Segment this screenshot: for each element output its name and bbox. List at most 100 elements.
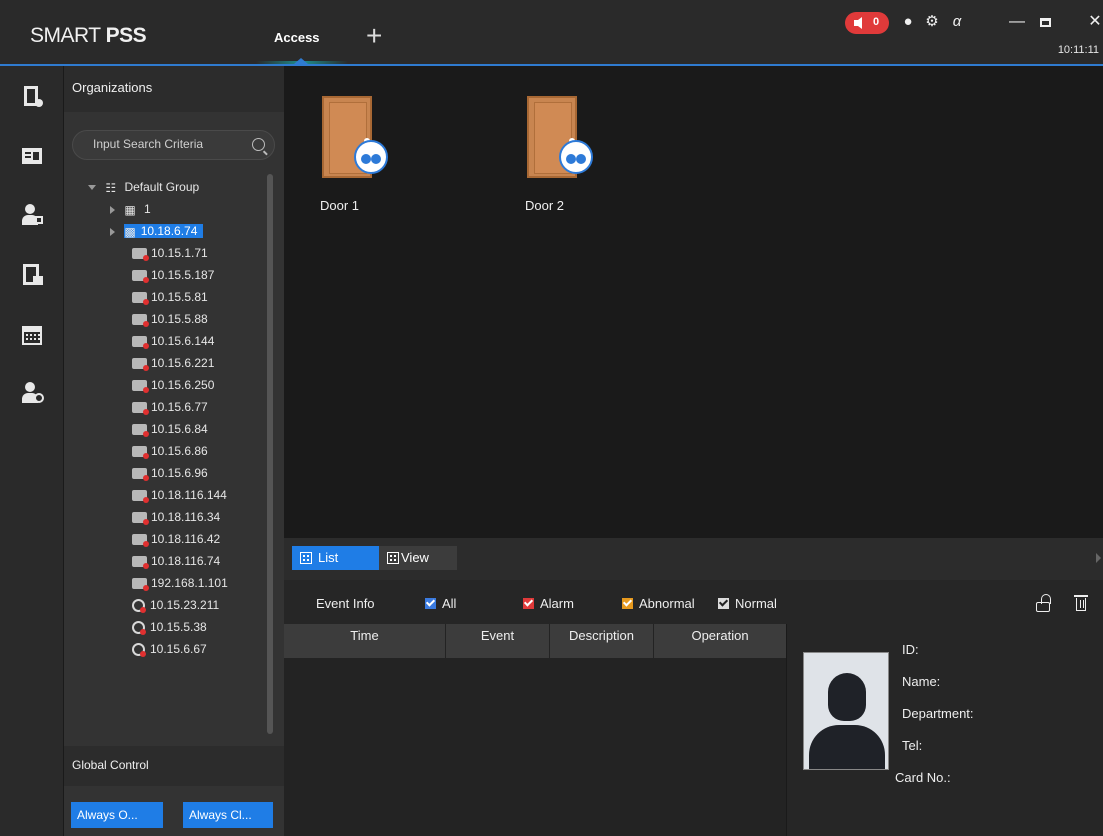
- tree-device-item[interactable]: 10.15.6.96: [132, 462, 208, 484]
- door-control-icon[interactable]: [22, 86, 44, 108]
- settings-icon[interactable]: ⚙: [923, 12, 941, 32]
- tree-device-item[interactable]: 10.18.116.74: [132, 550, 220, 572]
- column-time[interactable]: Time: [284, 624, 446, 658]
- tree-scrollbar[interactable]: [267, 174, 273, 734]
- tree-device-item[interactable]: 10.15.5.187: [132, 264, 214, 286]
- tree-camera-item[interactable]: 10.15.23.211: [132, 594, 219, 616]
- door-item[interactable]: Door 1: [318, 96, 388, 216]
- expand-icon[interactable]: [88, 185, 96, 191]
- always-close-button[interactable]: Always Cl...: [183, 802, 273, 828]
- tree-device-label: 10.15.6.144: [151, 334, 215, 348]
- search-box[interactable]: [72, 130, 275, 160]
- filter-abnormal-checkbox[interactable]: Abnormal: [622, 596, 695, 611]
- tree-node-label: 1: [144, 202, 151, 216]
- checkbox-checked-icon: [718, 598, 729, 609]
- tree-camera-item[interactable]: 10.15.5.38: [132, 616, 207, 638]
- tab-list[interactable]: List: [292, 546, 379, 570]
- maximize-button[interactable]: [1036, 12, 1054, 32]
- minimize-button[interactable]: —: [1008, 12, 1026, 32]
- filter-all-checkbox[interactable]: All: [425, 596, 456, 611]
- expand-icon[interactable]: [110, 205, 115, 214]
- device-offline-icon: [132, 578, 149, 592]
- tree-device-item[interactable]: 10.15.6.84: [132, 418, 208, 440]
- performance-icon[interactable]: α: [948, 12, 966, 32]
- tree-device-item[interactable]: 192.168.1.101: [132, 572, 228, 594]
- global-control-header: Global Control: [64, 746, 284, 786]
- tree-camera-item[interactable]: 10.15.6.67: [132, 638, 207, 660]
- organizations-panel: Organizations ☷ Default Group ▦ 1 ▩ 10.18…: [64, 66, 284, 836]
- tree-node-label: 10.18.6.74: [140, 224, 198, 238]
- tree-device-item[interactable]: 10.15.5.88: [132, 308, 208, 330]
- always-open-button[interactable]: Always O...: [71, 802, 163, 828]
- tree-device-item[interactable]: 10.15.1.71: [132, 242, 208, 264]
- close-button[interactable]: ✕: [1086, 12, 1103, 32]
- search-icon[interactable]: [252, 138, 265, 151]
- door-item[interactable]: Door 2: [523, 96, 593, 216]
- tree-device-label: 10.15.6.221: [151, 356, 215, 370]
- table-header: Time Event Description Operation: [284, 624, 786, 658]
- maximize-icon: [1039, 18, 1051, 27]
- expand-icon[interactable]: [110, 227, 115, 236]
- column-description[interactable]: Description: [550, 624, 654, 658]
- tree-device-item[interactable]: 10.15.6.77: [132, 396, 208, 418]
- device-offline-icon: [132, 534, 149, 548]
- chevron-right-icon[interactable]: [1096, 553, 1101, 563]
- tree-camera-label: 10.15.6.67: [150, 642, 207, 656]
- device-offline-icon: [132, 468, 149, 482]
- tree-node-selected[interactable]: ▩ 10.18.6.74: [110, 220, 204, 242]
- nvr-icon: ▩: [124, 224, 136, 239]
- person-settings-icon[interactable]: [22, 382, 44, 404]
- tree-device-label: 10.15.6.77: [151, 400, 208, 414]
- tree-device-item[interactable]: 10.15.5.81: [132, 286, 208, 308]
- filter-normal-checkbox[interactable]: Normal: [718, 596, 777, 611]
- tree-device-label: 10.15.6.84: [151, 422, 208, 436]
- person-name-label: Name:: [902, 674, 941, 689]
- tree-device-item[interactable]: 10.15.6.250: [132, 374, 214, 396]
- tree-node-map[interactable]: ▦ 1: [110, 198, 151, 220]
- card-icon[interactable]: [22, 144, 44, 166]
- tree-root[interactable]: ☷ Default Group: [88, 176, 199, 198]
- global-control-title: Global Control: [72, 758, 149, 772]
- filter-label: Normal: [735, 596, 777, 611]
- tab-access[interactable]: Access: [256, 0, 348, 64]
- tree-device-item[interactable]: 10.15.6.144: [132, 330, 214, 352]
- tree-device-label: 10.15.6.250: [151, 378, 215, 392]
- tab-access-label: Access: [274, 30, 320, 45]
- alarm-badge[interactable]: 0: [845, 12, 889, 34]
- tree-camera-label: 10.15.5.38: [150, 620, 207, 634]
- filter-label: Abnormal: [639, 596, 695, 611]
- device-offline-icon: [132, 270, 149, 284]
- column-event[interactable]: Event: [446, 624, 550, 658]
- person-info-panel: ID: Name: Department: Tel: Card No.:: [786, 624, 1103, 836]
- tree-device-item[interactable]: 10.18.116.144: [132, 484, 227, 506]
- tree-device-label: 10.18.116.42: [151, 532, 221, 546]
- device-offline-icon: [132, 380, 149, 394]
- device-offline-icon: [132, 556, 149, 570]
- camera-offline-icon: [132, 643, 146, 658]
- grid-icon: [387, 552, 399, 564]
- tree-device-item[interactable]: 10.18.116.34: [132, 506, 220, 528]
- device-offline-icon: [132, 402, 149, 416]
- delete-icon[interactable]: [1074, 594, 1088, 612]
- column-operation[interactable]: Operation: [654, 624, 786, 658]
- person-lock-icon[interactable]: [22, 204, 44, 226]
- search-input[interactable]: [93, 137, 243, 151]
- device-offline-icon: [132, 248, 149, 262]
- tree-device-item[interactable]: 10.15.6.86: [132, 440, 208, 462]
- device-offline-icon: [132, 424, 149, 438]
- user-icon[interactable]: ●: [899, 12, 917, 32]
- tab-list-label: List: [318, 550, 339, 565]
- tree-device-label: 10.18.116.74: [151, 554, 221, 568]
- tab-view[interactable]: View: [379, 546, 457, 570]
- unlock-icon[interactable]: [1036, 594, 1052, 612]
- door-lock-icon[interactable]: [22, 264, 44, 286]
- calendar-icon[interactable]: [22, 324, 44, 346]
- binoculars-icon: [559, 140, 593, 174]
- title-bar: SMART PSS Access + 0 ● ⚙ α — ✕ 10:11:11: [0, 0, 1103, 66]
- checkbox-checked-icon: [523, 598, 534, 609]
- tree-device-item[interactable]: 10.18.116.42: [132, 528, 220, 550]
- filter-alarm-checkbox[interactable]: Alarm: [523, 596, 574, 611]
- filter-label: All: [442, 596, 457, 611]
- add-tab-button[interactable]: +: [366, 22, 382, 50]
- tree-device-item[interactable]: 10.15.6.221: [132, 352, 214, 374]
